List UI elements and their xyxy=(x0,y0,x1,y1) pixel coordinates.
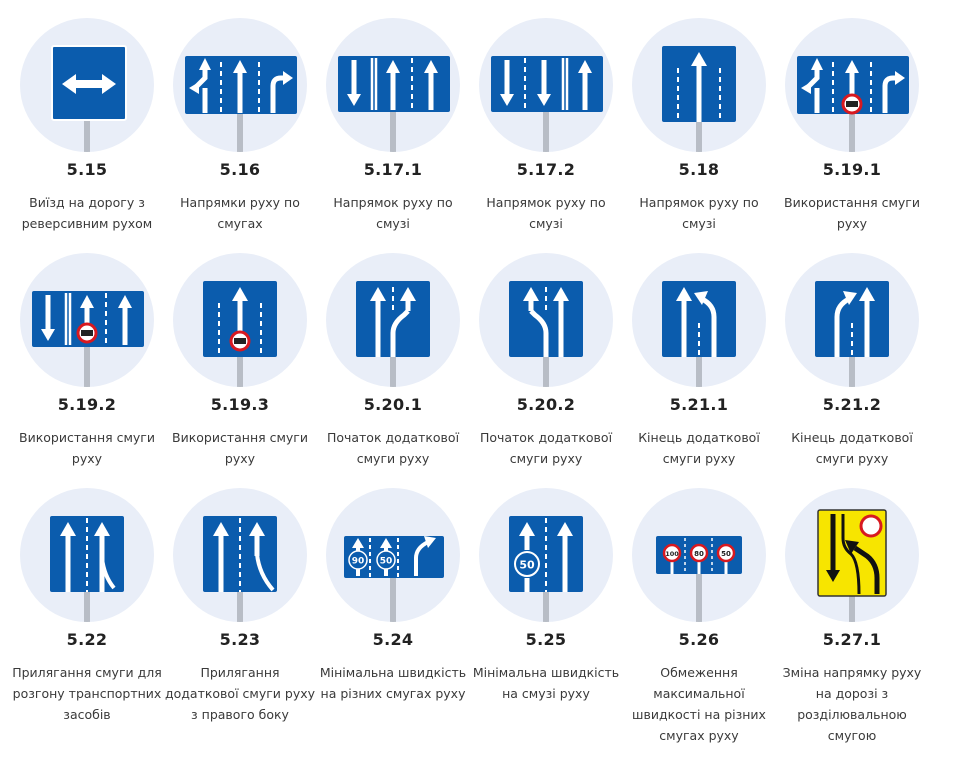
sign-image: 50 xyxy=(479,488,613,622)
sign-image xyxy=(785,488,919,622)
speed-label: 50 xyxy=(380,557,393,567)
sign-image xyxy=(785,18,919,152)
sign-image xyxy=(326,18,460,152)
sign-image xyxy=(785,253,919,387)
sign-description: Напрямки руху по смугах xyxy=(180,195,300,231)
sign-image xyxy=(20,253,154,387)
sign-code: 5.19.3 xyxy=(210,395,270,414)
sign-description: Використання смуги руху xyxy=(784,195,920,231)
sign-image: 100 80 50 xyxy=(632,488,766,622)
sign-image xyxy=(632,253,766,387)
sign-code: 5.16 xyxy=(219,160,261,179)
sign-code: 5.19.2 xyxy=(57,395,117,414)
sign-description: Кінець додаткової смуги руху xyxy=(638,430,760,466)
sign-description: Прилягання додаткової смуги руху з право… xyxy=(164,665,316,722)
sign-description: Використання смуги руху xyxy=(19,430,155,466)
sign-code: 5.21.1 xyxy=(669,395,729,414)
lane-directions-sign-icon xyxy=(185,56,297,152)
minimum-speed-lanes-sign-icon: 90 50 xyxy=(344,536,444,622)
right-lane-join-sign-icon xyxy=(203,516,277,622)
sign-code: 5.21.2 xyxy=(822,395,882,414)
sign-description: Прилягання смуги для розгону транспортни… xyxy=(12,665,162,722)
sign-code: 5.25 xyxy=(525,630,567,649)
lane-use-sign-icon xyxy=(797,56,909,152)
sign-code: 5.26 xyxy=(678,630,720,649)
sign-description: Використання смуги руху xyxy=(172,430,308,466)
sign-description: Обмеження максимальної швидкості на різн… xyxy=(632,665,766,743)
reversible-road-sign-icon xyxy=(51,45,127,152)
sign-description: Мінімальна швидкість на смузі руху xyxy=(472,665,620,701)
sign-image xyxy=(20,18,154,152)
lane-direction-sign-icon xyxy=(338,56,450,152)
road-signs-grid: 5.15 Виїзд на дорогу з реверсивним рухом… xyxy=(0,0,958,757)
sign-image xyxy=(173,18,307,152)
acceleration-lane-sign-icon xyxy=(50,516,124,622)
additional-lane-start-sign-icon xyxy=(356,281,430,387)
sign-description: Кінець додаткової смуги руху xyxy=(791,430,913,466)
sign-image xyxy=(173,488,307,622)
lane-use-sign-icon xyxy=(32,291,144,387)
additional-lane-end-sign-icon xyxy=(662,281,736,387)
sign-code: 5.15 xyxy=(66,160,108,179)
sign-image xyxy=(632,18,766,152)
sign-code: 5.23 xyxy=(219,630,261,649)
speed-label: 50 xyxy=(519,559,535,572)
sign-code: 5.19.1 xyxy=(822,160,882,179)
max-speed-lanes-sign-icon: 100 80 50 xyxy=(656,536,742,622)
sign-code: 5.17.2 xyxy=(516,160,576,179)
sign-image xyxy=(326,253,460,387)
sign-description: Початок додаткової смуги руху xyxy=(326,430,460,466)
sign-image xyxy=(479,18,613,152)
lane-direction-sign-icon xyxy=(662,46,736,152)
sign-image: 90 50 xyxy=(326,488,460,622)
speed-label: 100 xyxy=(665,550,679,558)
sign-description: Виїзд на дорогу з реверсивним рухом xyxy=(21,195,153,231)
lane-direction-sign-icon xyxy=(491,56,603,152)
sign-code: 5.27.1 xyxy=(822,630,882,649)
sign-image xyxy=(479,253,613,387)
additional-lane-start-sign-icon xyxy=(509,281,583,387)
speed-label: 80 xyxy=(694,550,704,558)
speed-label: 50 xyxy=(721,550,731,558)
sign-description: Напрямок руху по смузі xyxy=(333,195,453,231)
minimum-speed-lane-sign-icon: 50 xyxy=(509,516,583,622)
sign-code: 5.20.1 xyxy=(363,395,423,414)
additional-lane-end-sign-icon xyxy=(815,281,889,387)
sign-code: 5.22 xyxy=(66,630,108,649)
sign-image xyxy=(173,253,307,387)
sign-code: 5.18 xyxy=(678,160,720,179)
sign-code: 5.17.1 xyxy=(363,160,423,179)
speed-label: 90 xyxy=(352,557,365,567)
sign-image xyxy=(20,488,154,622)
sign-description: Мінімальна швидкість на різних смугах ру… xyxy=(319,665,467,701)
sign-description: Напрямок руху по смузі xyxy=(486,195,606,231)
sign-code: 5.24 xyxy=(372,630,414,649)
lane-use-sign-icon xyxy=(203,281,277,387)
direction-change-sign-icon xyxy=(817,509,887,622)
sign-code: 5.20.2 xyxy=(516,395,576,414)
sign-description: Початок додаткової смуги руху xyxy=(479,430,613,466)
sign-description: Напрямок руху по смузі xyxy=(639,195,759,231)
sign-description: Зміна напрямку руху на дорозі з розділюв… xyxy=(782,665,922,743)
